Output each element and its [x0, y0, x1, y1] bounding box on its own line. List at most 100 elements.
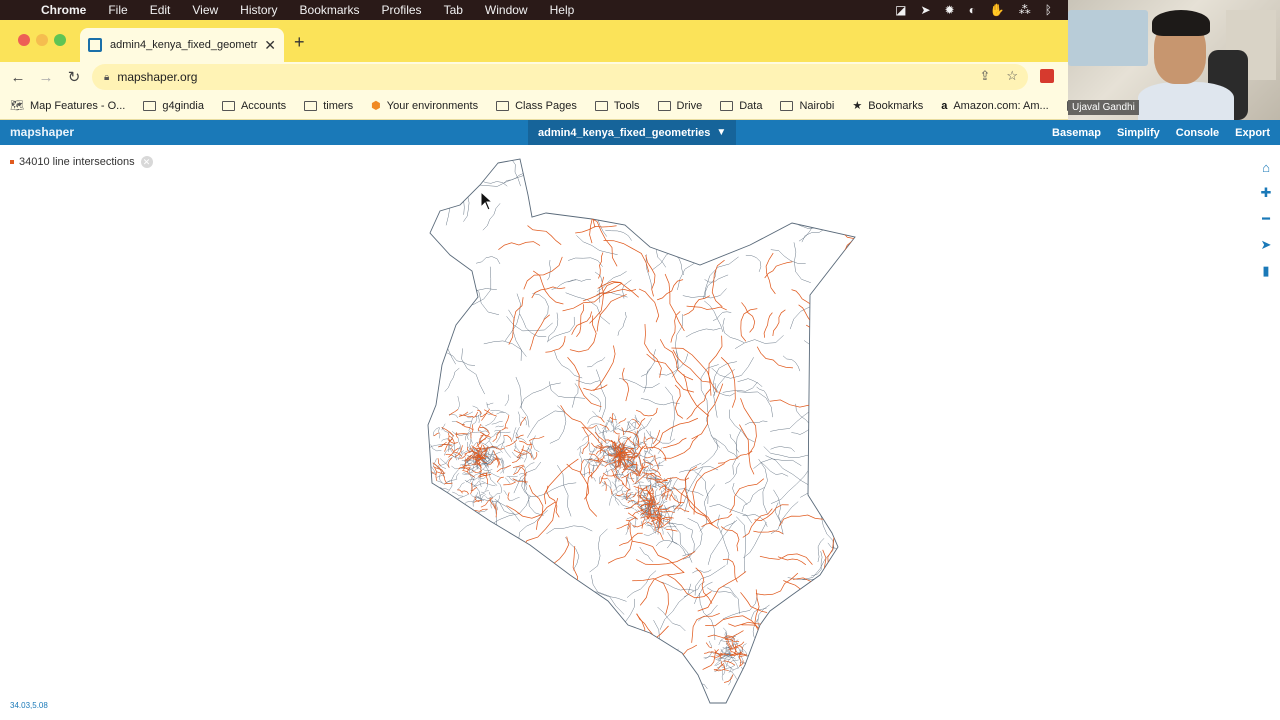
boundary-line: [656, 199, 691, 204]
bookmark-timers[interactable]: timers: [304, 100, 353, 112]
boundary-line: [461, 582, 508, 604]
layer-name[interactable]: admin4_kenya_fixed_geometries: [538, 127, 710, 139]
close-window-button[interactable]: [18, 34, 30, 46]
status-cluster-icon[interactable]: ⁂: [1019, 3, 1031, 17]
zoom-out-icon[interactable]: ━: [1262, 211, 1270, 227]
reload-icon[interactable]: ↻: [60, 68, 88, 86]
boundary-line: [439, 639, 443, 666]
console-button[interactable]: Console: [1176, 127, 1219, 139]
boundary-line: [438, 651, 486, 659]
boundary-line: [645, 657, 673, 703]
boundary-line: [496, 563, 531, 579]
new-tab-icon[interactable]: +: [294, 32, 305, 53]
boundary-line: [448, 600, 459, 650]
status-a-icon[interactable]: ◪: [895, 3, 906, 17]
boundary-line: [788, 199, 799, 220]
mouse-cursor-icon: [480, 191, 494, 211]
boundary-line: [511, 554, 523, 584]
bookmark-your-environments[interactable]: ⬢ Your environments: [371, 99, 478, 113]
boundary-line: [767, 626, 814, 641]
mapshaper-header: mapshaper admin4_kenya_fixed_geometries …: [0, 120, 1280, 145]
intersection-line: [632, 645, 661, 652]
browser-tab[interactable]: admin4_kenya_fixed_geometr ✕: [80, 28, 284, 62]
star-icon: ★: [852, 100, 863, 112]
zoom-in-icon[interactable]: ✚: [1261, 185, 1272, 201]
minimize-window-button[interactable]: [36, 34, 48, 46]
boundary-line: [583, 612, 593, 655]
menu-history[interactable]: History: [229, 3, 288, 17]
mapshaper-favicon-icon: [88, 38, 102, 52]
share-icon[interactable]: ⇪: [979, 68, 990, 84]
caret-down-icon[interactable]: ▼: [716, 127, 726, 138]
bluetooth-icon[interactable]: ᛒ: [1045, 3, 1052, 17]
mapshaper-logo[interactable]: mapshaper: [10, 125, 74, 139]
bookmark-g4gindia[interactable]: g4gindia: [143, 100, 204, 112]
export-button[interactable]: Export: [1235, 127, 1270, 139]
dismiss-intersections-icon[interactable]: ✕: [140, 156, 153, 168]
coordinates-readout: 34.03,5.08: [10, 701, 48, 710]
home-icon[interactable]: ⌂: [1262, 160, 1270, 175]
bookmark-bookmarks[interactable]: ★ Bookmarks: [852, 99, 923, 113]
bookmark-accounts[interactable]: Accounts: [221, 99, 287, 112]
address-bar[interactable]: 🔒︎ mapshaper.org ⇪ ☆: [92, 64, 1028, 90]
boundary-line: [824, 196, 849, 207]
menu-edit[interactable]: Edit: [139, 3, 182, 17]
bookmark-map-features[interactable]: 🗺︎ Map Features - O...: [10, 99, 125, 113]
boundary-line: [796, 607, 812, 629]
boundary-line: [779, 160, 793, 203]
back-icon[interactable]: ←: [4, 69, 32, 86]
intersection-line: [494, 566, 533, 622]
menu-tab[interactable]: Tab: [433, 3, 474, 17]
boundary-line: [666, 648, 679, 666]
boundary-line: [594, 184, 632, 208]
bookmark-tool-icon[interactable]: ▮: [1262, 263, 1269, 279]
status-g-icon[interactable]: ◐: [969, 3, 976, 17]
bookmark-nairobi[interactable]: Nairobi: [780, 100, 834, 112]
bookmark-data[interactable]: Data: [720, 100, 762, 112]
presenter-name: Ujaval Gandhi: [1068, 100, 1139, 115]
intersections-text[interactable]: 34010 line intersections: [19, 156, 135, 168]
boundary-line: [620, 191, 650, 215]
bookmark-star-icon[interactable]: ☆: [1006, 68, 1018, 84]
boundary-line: [507, 601, 535, 618]
menu-bookmarks[interactable]: Bookmarks: [289, 3, 371, 17]
menu-app-name[interactable]: Chrome: [30, 3, 97, 17]
close-tab-icon[interactable]: ✕: [264, 37, 276, 54]
url-text[interactable]: mapshaper.org: [117, 70, 197, 84]
bookmark-class-pages[interactable]: Class Pages: [496, 100, 577, 112]
menu-help[interactable]: Help: [539, 3, 586, 17]
simplify-button[interactable]: Simplify: [1117, 127, 1160, 139]
extension-icon[interactable]: [1040, 69, 1054, 83]
boundary-line: [751, 196, 774, 207]
intersection-line: [536, 629, 572, 640]
status-gear-icon[interactable]: ✹: [945, 3, 955, 17]
map-canvas[interactable]: [420, 155, 870, 715]
forward-icon[interactable]: →: [32, 69, 60, 86]
bookmark-drive[interactable]: Drive: [657, 100, 702, 112]
folder-icon: [594, 100, 608, 111]
bookmark-label: timers: [323, 99, 354, 112]
basemap-button[interactable]: Basemap: [1052, 127, 1101, 139]
bookmark-label: Accounts: [240, 99, 287, 112]
bookmark-tools[interactable]: Tools: [594, 100, 640, 112]
boundary-line: [830, 588, 844, 641]
intersection-line: [630, 651, 678, 695]
boundary-line: [791, 619, 806, 659]
lock-icon[interactable]: 🔒︎: [104, 72, 109, 83]
menu-file[interactable]: File: [97, 3, 138, 17]
menu-profiles[interactable]: Profiles: [371, 3, 433, 17]
boundary-line: [842, 596, 855, 604]
menu-window[interactable]: Window: [474, 3, 539, 17]
status-hand-icon[interactable]: ✋: [990, 3, 1005, 17]
layer-selector[interactable]: admin4_kenya_fixed_geometries ▼: [528, 120, 737, 145]
map-tools: ⌂ ✚ ━ ➤ ▮: [1258, 160, 1274, 279]
status-send-icon[interactable]: ➤: [920, 3, 930, 17]
zoom-window-button[interactable]: [54, 34, 66, 46]
pointer-tool-icon[interactable]: ➤: [1261, 237, 1272, 253]
bookmark-amazon[interactable]: a Amazon.com: Am...: [941, 100, 1049, 112]
intersection-line: [548, 609, 580, 619]
boundary-line: [581, 682, 600, 703]
menu-view[interactable]: View: [181, 3, 229, 17]
boundary-line: [705, 181, 753, 210]
boundary-line: [428, 662, 431, 693]
